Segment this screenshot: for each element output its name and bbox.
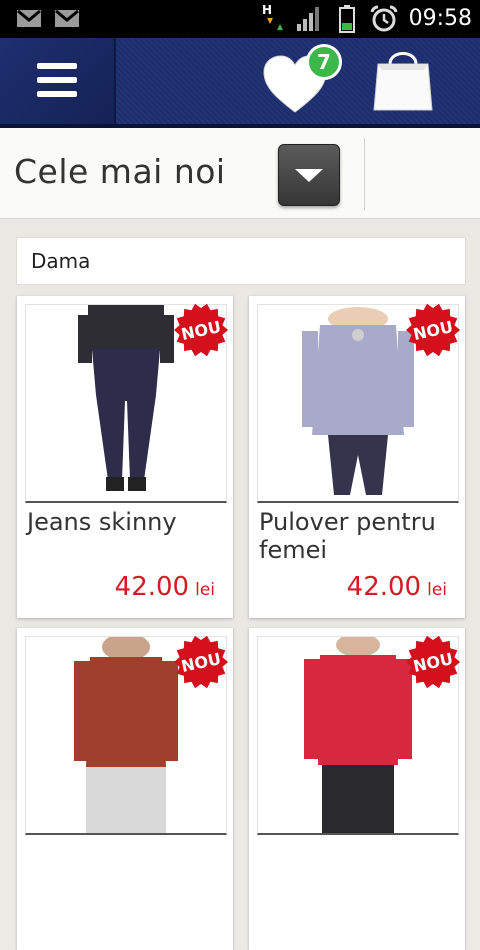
chevron-down-icon bbox=[295, 169, 323, 182]
hamburger-icon-bar bbox=[37, 77, 77, 83]
shopping-bag-button[interactable] bbox=[370, 46, 436, 116]
status-bar: H 09:58 bbox=[0, 0, 480, 38]
gmail-notification-icon bbox=[55, 9, 79, 27]
price-currency: lei bbox=[195, 580, 215, 600]
menu-button[interactable] bbox=[0, 38, 116, 124]
battery-icon bbox=[339, 5, 355, 33]
alarm-clock-icon bbox=[370, 5, 398, 32]
favorites-button[interactable]: 7 bbox=[262, 42, 342, 116]
product-price: 42.00 lei bbox=[115, 572, 215, 602]
category-header: Dama bbox=[16, 237, 466, 285]
gmail-notification-icon bbox=[17, 9, 41, 27]
product-price: 42.00 lei bbox=[347, 572, 447, 602]
page-title: Cele mai noi bbox=[14, 152, 226, 191]
product-card[interactable]: NOU bbox=[249, 628, 465, 950]
new-badge-icon: NOU bbox=[406, 635, 460, 689]
product-card[interactable]: NOU Pulover pentru femei 42.00 lei bbox=[249, 296, 465, 618]
price-currency: lei bbox=[427, 580, 447, 600]
price-value: 42.00 bbox=[346, 572, 422, 602]
product-card[interactable]: NOU Jeans skinny 42.00 lei bbox=[17, 296, 233, 618]
signal-strength-icon bbox=[297, 7, 319, 31]
header-banner: 7 bbox=[116, 38, 480, 124]
data-transfer-icon bbox=[267, 18, 283, 30]
new-badge-icon: NOU bbox=[174, 635, 228, 689]
price-value: 42.00 bbox=[114, 572, 190, 602]
clock-time: 09:58 bbox=[408, 6, 472, 31]
hamburger-icon bbox=[37, 63, 77, 69]
app-header: 7 bbox=[0, 38, 480, 128]
divider bbox=[364, 138, 365, 210]
new-badge-icon: NOU bbox=[174, 303, 228, 357]
shopping-bag-icon bbox=[373, 52, 433, 111]
product-name: Jeans skinny bbox=[27, 508, 177, 536]
network-type-label: H bbox=[262, 3, 273, 17]
sort-dropdown-button[interactable] bbox=[278, 144, 340, 206]
new-badge-icon: NOU bbox=[406, 303, 460, 357]
category-label: Dama bbox=[31, 249, 91, 273]
section-title-bar: Cele mai noi bbox=[0, 128, 480, 219]
hamburger-icon-bar bbox=[37, 91, 77, 97]
product-list[interactable]: Dama NOU Jeans skinny 42.00 lei NOU Pulov… bbox=[0, 219, 480, 950]
product-name: Pulover pentru femei bbox=[259, 508, 436, 564]
favorites-count-badge: 7 bbox=[306, 44, 342, 80]
product-card[interactable]: NOU bbox=[17, 628, 233, 950]
